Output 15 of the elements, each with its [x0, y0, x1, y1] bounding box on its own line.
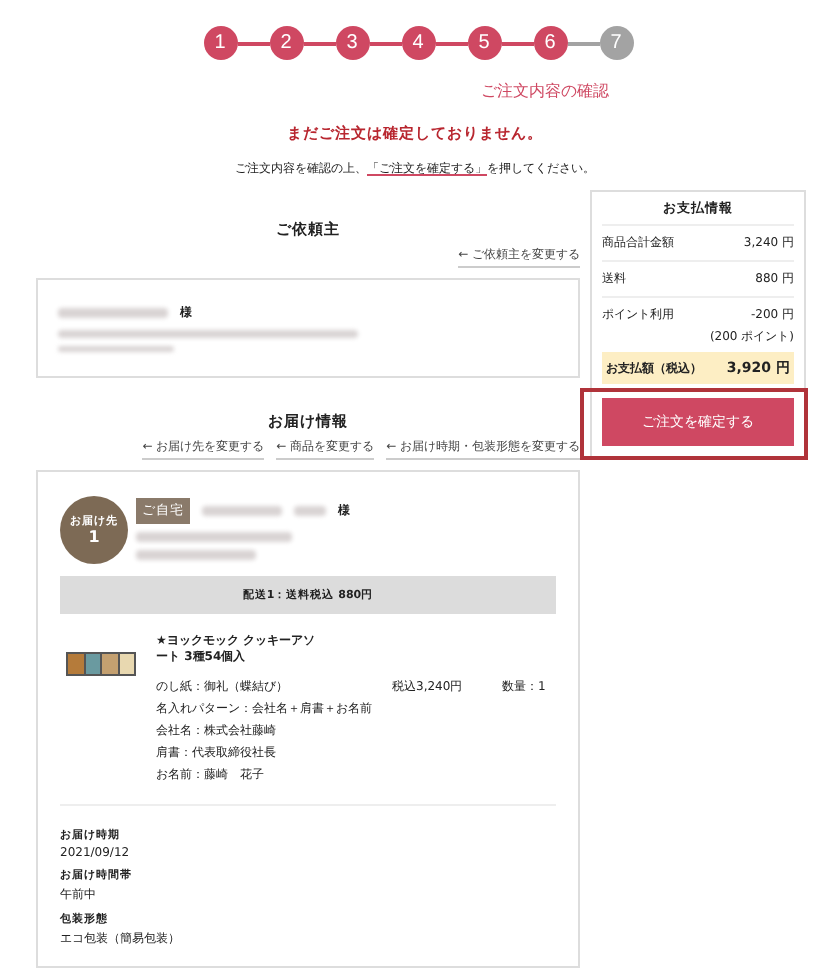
blurred-text — [58, 308, 168, 318]
step-indicator: 7 — [599, 26, 633, 60]
product-image — [66, 652, 136, 676]
step-indicator: 5 — [467, 26, 501, 60]
step-indicator: 6 — [533, 26, 567, 60]
blurred-text — [136, 550, 256, 560]
step-indicator: 4 — [401, 26, 435, 60]
blurred-text — [202, 506, 282, 516]
blurred-text — [58, 345, 174, 352]
badge-number: 1 — [88, 528, 100, 546]
step-label: ご注文内容の確認 — [481, 80, 609, 102]
step-indicator: 2 — [269, 26, 303, 60]
step-indicator: 3 — [335, 26, 369, 60]
blurred-text — [294, 506, 326, 516]
step-indicator: 1 — [203, 26, 237, 60]
